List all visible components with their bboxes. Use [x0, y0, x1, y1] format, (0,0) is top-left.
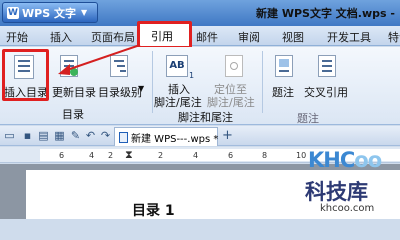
tab-special[interactable]: 特色: [388, 29, 400, 45]
wps-menu-button[interactable]: W WPS 文字 ▼: [2, 2, 98, 23]
tab-home[interactable]: 开始: [6, 29, 28, 45]
print-preview-icon[interactable]: ▦: [53, 129, 66, 142]
watermark-url: khcoo.com: [320, 203, 375, 214]
caption-group-label: 题注: [297, 112, 319, 125]
format-painter-icon[interactable]: ✎: [69, 129, 82, 142]
tab-references[interactable]: 引用: [137, 21, 192, 49]
locate-footnote-button-line2[interactable]: 脚注/尾注: [207, 94, 255, 110]
tab-review[interactable]: 审阅: [238, 29, 260, 45]
tab-page-layout[interactable]: 页面布局: [91, 29, 135, 45]
tab-developer[interactable]: 开发工具: [327, 29, 371, 45]
wps-document-icon: [119, 131, 128, 143]
cross-reference-button[interactable]: 交叉引用: [304, 84, 348, 100]
watermark-logo: KHCoo: [308, 148, 382, 172]
cross-reference-icon: [318, 55, 336, 77]
window-title: 新建 WPS文字 文档.wps -: [256, 7, 395, 20]
locate-footnote-icon: [225, 55, 243, 77]
ruler-tick: 6: [228, 151, 234, 160]
tab-view[interactable]: 视图: [282, 29, 304, 45]
folder-open-icon[interactable]: ▭: [3, 129, 16, 142]
document-tab-label: 新建 WPS---.wps *: [131, 133, 219, 145]
toc-group-label: 目录: [62, 108, 84, 121]
print-icon[interactable]: ▤: [37, 129, 50, 142]
wps-menu-label: WPS 文字: [22, 6, 76, 20]
chevron-down-icon: ▼: [80, 8, 88, 17]
caption-icon: [275, 55, 293, 77]
ribbon-tab-bar: 开始 插入 页面布局 邮件 审阅 视图 开发工具 特色: [0, 26, 400, 46]
group-divider: [262, 51, 263, 113]
update-toc-icon: [60, 55, 78, 77]
caption-button[interactable]: 题注: [272, 84, 294, 100]
ruler-tick: 2: [158, 151, 164, 160]
ruler-tick: 10: [296, 151, 307, 160]
new-tab-plus-icon[interactable]: +: [222, 128, 233, 143]
quick-access-toolbar: ▭ ▪ ▤ ▦ ✎ ↶ ↷ 新建 WPS---.wps * +: [0, 126, 400, 146]
redo-icon[interactable]: ↷: [99, 129, 112, 142]
insert-footnote-icon: AB: [166, 55, 188, 77]
group-divider: [152, 51, 153, 113]
ruler-tick: 6: [59, 151, 65, 160]
title-bar: W WPS 文字 ▼ 新建 WPS文字 文档.wps -: [0, 0, 400, 26]
toc-level-button[interactable]: 目录级别: [98, 84, 142, 100]
ribbon-panel: 插入目录 更新目录 目录级别 ▼ 目录 AB 1 插入 脚注/尾注 定位至 脚注…: [0, 47, 400, 125]
insert-toc-highlight: [2, 49, 49, 101]
document-tab[interactable]: 新建 WPS---.wps *: [114, 127, 218, 146]
insert-footnote-button-line2[interactable]: 脚注/尾注: [154, 94, 202, 110]
toc-heading: 目录 1: [132, 203, 175, 219]
indent-marker-icon[interactable]: ⧗: [125, 148, 133, 162]
tab-mailings[interactable]: 邮件: [196, 29, 218, 45]
ruler-tick: 4: [193, 151, 199, 160]
footnote-superscript: 1: [189, 71, 195, 80]
undo-icon[interactable]: ↶: [84, 129, 97, 142]
footnote-group-label: 脚注和尾注: [178, 111, 233, 124]
tab-insert[interactable]: 插入: [50, 29, 72, 45]
chevron-down-icon: ▼: [138, 84, 145, 93]
toc-level-icon: [110, 55, 128, 77]
tab-references-label: 引用: [151, 30, 173, 43]
wps-logo-icon: W: [7, 6, 19, 19]
ruler-tick: 4: [89, 151, 95, 160]
update-toc-button[interactable]: 更新目录: [52, 84, 96, 100]
watermark-chinese-text: 科技库: [305, 180, 368, 204]
ruler-tick: 8: [262, 151, 268, 160]
ruler-tick: 2: [108, 151, 114, 160]
save-icon[interactable]: ▪: [21, 129, 34, 142]
